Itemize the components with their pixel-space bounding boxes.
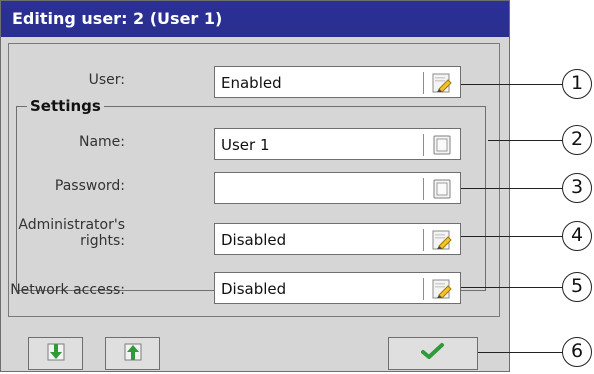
- admin-rights-field[interactable]: Disabled: [214, 223, 461, 255]
- callout-line-2: [488, 140, 563, 141]
- name-label: Name:: [78, 134, 125, 150]
- checkmark-icon: [421, 342, 445, 366]
- user-status-field[interactable]: Enabled: [214, 66, 461, 98]
- callout-4: 4: [562, 221, 592, 251]
- field-separator: [423, 278, 424, 300]
- network-access-value: Disabled: [221, 280, 287, 298]
- callout-1: 1: [562, 69, 592, 99]
- name-field[interactable]: User 1: [214, 128, 461, 160]
- admin-rights-label: Administrator's rights:: [18, 217, 125, 249]
- callout-3: 3: [562, 173, 592, 203]
- move-up-button[interactable]: [105, 337, 160, 370]
- password-label: Password:: [54, 178, 125, 194]
- dialog-title: Editing user: 2 (User 1): [1, 1, 509, 37]
- callout-6: 6: [562, 337, 592, 367]
- callout-line-6: [478, 352, 563, 353]
- user-status-value: Enabled: [221, 74, 282, 92]
- arrow-down-icon: [45, 341, 67, 367]
- callout-line-4: [461, 236, 563, 237]
- field-separator: [423, 134, 424, 156]
- network-access-field[interactable]: Disabled: [214, 272, 461, 304]
- edit-icon[interactable]: [430, 277, 454, 301]
- edit-icon[interactable]: [430, 71, 454, 95]
- keyboard-icon[interactable]: [430, 177, 454, 201]
- callout-5: 5: [562, 272, 592, 302]
- callout-line-3: [461, 188, 563, 189]
- admin-rights-value: Disabled: [221, 231, 287, 249]
- callout-2: 2: [562, 125, 592, 155]
- move-down-button[interactable]: [28, 337, 83, 370]
- edit-user-dialog: Editing user: 2 (User 1) Settings User: …: [0, 0, 510, 372]
- password-field[interactable]: [214, 172, 461, 204]
- arrow-up-icon: [122, 341, 144, 367]
- settings-group-title: Settings: [27, 97, 104, 115]
- keyboard-icon[interactable]: [430, 133, 454, 157]
- name-value: User 1: [221, 136, 270, 154]
- network-access-label: Network access:: [10, 282, 125, 298]
- callout-line-1: [461, 84, 563, 85]
- confirm-button[interactable]: [388, 337, 478, 370]
- field-separator: [423, 72, 424, 94]
- callout-line-5: [461, 287, 563, 288]
- field-separator: [423, 229, 424, 251]
- field-separator: [423, 178, 424, 200]
- edit-icon[interactable]: [430, 228, 454, 252]
- user-label: User:: [88, 72, 125, 88]
